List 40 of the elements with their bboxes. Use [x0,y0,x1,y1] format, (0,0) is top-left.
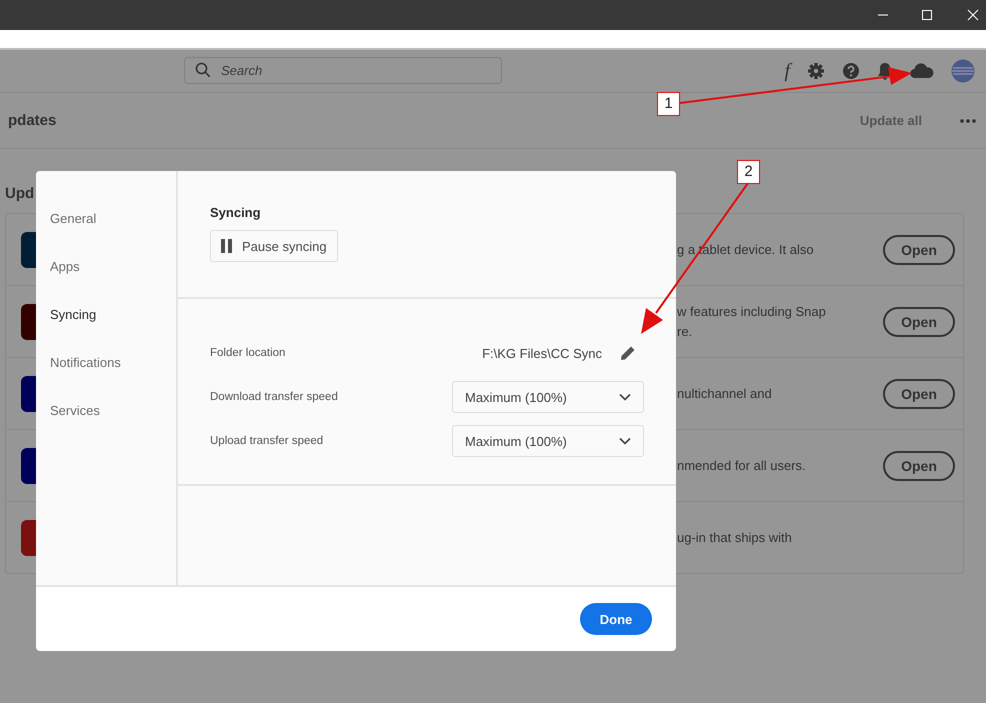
open-button[interactable]: Open [883,234,955,264]
chevron-icon [619,393,631,401]
settings-icon[interactable] [807,62,825,80]
pause-syncing-button[interactable]: Pause syncing [210,230,338,262]
nav-item[interactable]: Notifications [36,345,176,393]
speed-dropdown[interactable]: Maximum (100%) [452,425,644,457]
section-title: Syncing [210,205,262,220]
open-button[interactable]: Open [883,378,955,408]
avatar-icon[interactable] [951,59,975,83]
folder-path: F:\KG Files\CC Sync [482,346,602,360]
cloud-icon[interactable] [910,63,934,79]
help-icon[interactable] [842,62,860,80]
nav-item[interactable]: Syncing [36,297,176,345]
app-description: ug-in that ships with [677,528,793,547]
callout-label: 1 [657,92,680,116]
nav-item[interactable]: Services [36,393,176,441]
nav-item[interactable]: Apps [36,249,176,297]
setting-label: Folder location [210,347,286,359]
pencil-icon[interactable] [620,345,636,361]
callout-label: 2 [737,160,760,184]
open-button[interactable]: Open [883,306,955,336]
speed-dropdown[interactable]: Maximum (100%) [452,381,644,413]
app-description: nultichannel and [677,384,773,402]
app-description: w features including Snap re. [677,302,827,340]
open-button[interactable]: Open [883,450,955,480]
section-heading: Upd [5,185,36,204]
page-title: pdates [8,112,56,129]
nav-item[interactable]: General [36,201,176,249]
app-description: nmended for all users. [677,456,807,474]
setting-label: Download transfer speed [210,391,338,403]
setting-label: Upload transfer speed [210,435,324,447]
maximize-icon[interactable] [921,9,933,21]
search-icon [195,62,211,78]
done-button[interactable]: Done [580,603,652,635]
font-icon[interactable]: f [784,60,790,82]
search-field[interactable]: Search [184,57,502,84]
more-icon[interactable] [960,118,976,122]
pause-icon [221,239,232,253]
chevron-icon [619,437,631,445]
close-icon[interactable] [967,9,979,21]
